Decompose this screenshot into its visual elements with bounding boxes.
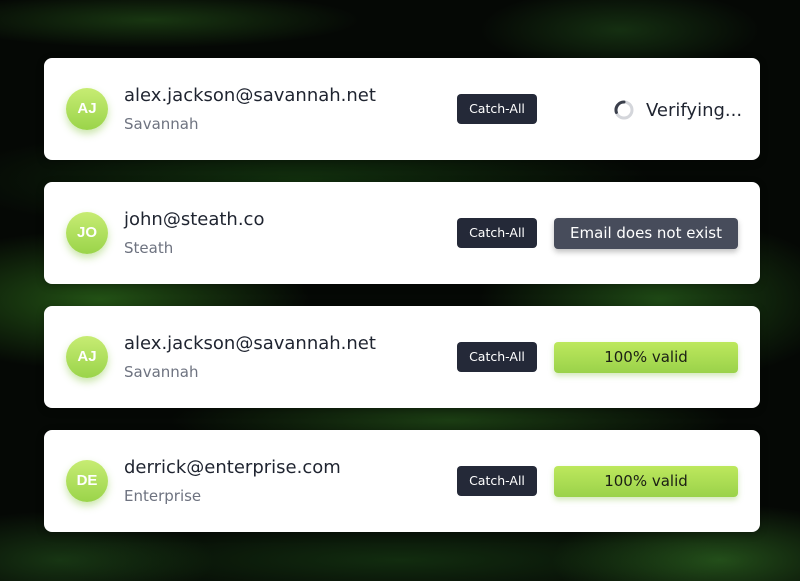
email-row[interactable]: JO john@steath.co Steath Catch-All Email… bbox=[44, 182, 760, 284]
email-address: derrick@enterprise.com bbox=[124, 457, 341, 478]
catch-all-badge: Catch-All bbox=[457, 342, 537, 372]
catch-all-badge: Catch-All bbox=[457, 466, 537, 496]
email-address: alex.jackson@savannah.net bbox=[124, 333, 376, 354]
avatar: AJ bbox=[66, 88, 108, 130]
status-label: Verifying... bbox=[646, 99, 743, 121]
status-verifying: Verifying... bbox=[614, 96, 742, 124]
company-name: Savannah bbox=[124, 363, 199, 381]
status-badge-valid: 100% valid bbox=[554, 342, 738, 373]
company-name: Savannah bbox=[124, 115, 199, 133]
avatar: DE bbox=[66, 460, 108, 502]
avatar: JO bbox=[66, 212, 108, 254]
catch-all-badge: Catch-All bbox=[457, 218, 537, 248]
avatar: AJ bbox=[66, 336, 108, 378]
email-row[interactable]: AJ alex.jackson@savannah.net Savannah Ca… bbox=[44, 58, 760, 160]
email-row[interactable]: AJ alex.jackson@savannah.net Savannah Ca… bbox=[44, 306, 760, 408]
spinner-icon bbox=[614, 100, 634, 120]
status-badge-valid: 100% valid bbox=[554, 466, 738, 497]
company-name: Steath bbox=[124, 239, 174, 257]
email-address: alex.jackson@savannah.net bbox=[124, 85, 376, 106]
email-row[interactable]: DE derrick@enterprise.com Enterprise Cat… bbox=[44, 430, 760, 532]
email-address: john@steath.co bbox=[124, 209, 265, 230]
company-name: Enterprise bbox=[124, 487, 202, 505]
status-badge-invalid: Email does not exist bbox=[554, 218, 738, 249]
catch-all-badge: Catch-All bbox=[457, 94, 537, 124]
